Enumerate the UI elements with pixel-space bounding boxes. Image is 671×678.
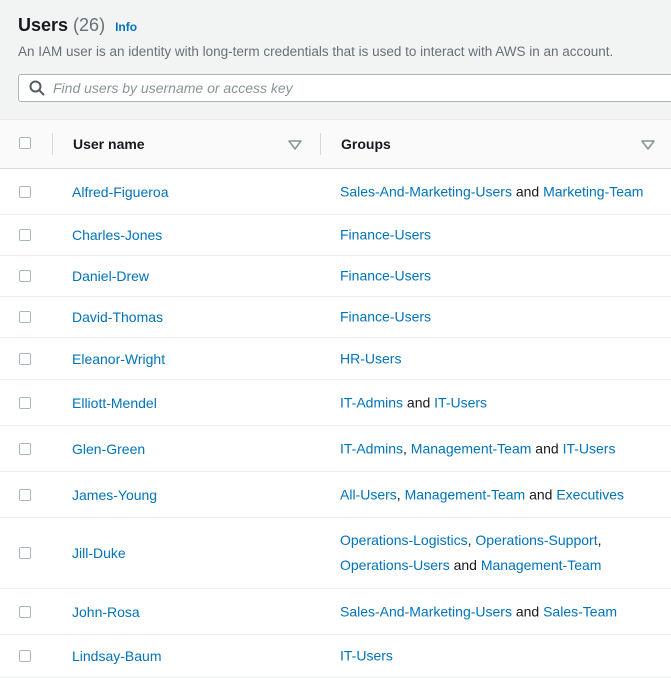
user-name-link[interactable]: James-Young — [72, 487, 157, 503]
groups-cell: Finance-Users — [340, 223, 431, 248]
group-link[interactable]: Sales-And-Marketing-Users — [340, 603, 512, 619]
user-name-link[interactable]: Daniel-Drew — [72, 268, 149, 284]
column-separator — [52, 133, 53, 155]
group-link[interactable]: IT-Users — [434, 394, 487, 410]
group-link[interactable]: Management-Team — [481, 557, 602, 573]
row-checkbox[interactable] — [19, 650, 31, 662]
user-count: (26) — [73, 15, 106, 35]
group-link[interactable]: IT-Users — [340, 648, 393, 664]
user-name-link[interactable]: Charles-Jones — [72, 227, 162, 243]
table-row: Jill-Duke Operations-Logistics, Operation… — [0, 518, 671, 589]
user-name-link[interactable]: David-Thomas — [72, 309, 163, 325]
group-link[interactable]: Operations-Support — [475, 532, 597, 548]
group-link[interactable]: HR-Users — [340, 350, 401, 366]
row-checkbox[interactable] — [19, 229, 31, 241]
title-row: Users (26) Info — [18, 15, 671, 41]
groups-cell: Finance-Users — [340, 264, 431, 289]
group-link[interactable]: IT-Admins — [340, 394, 403, 410]
table-row: Glen-Green IT-Admins, Management-Team and… — [0, 426, 671, 472]
group-separator: , — [403, 440, 411, 456]
user-name-link[interactable]: Eleanor-Wright — [72, 351, 165, 367]
group-separator: and — [511, 603, 544, 619]
user-name-link[interactable]: Lindsay-Baum — [72, 648, 162, 664]
row-checkbox[interactable] — [19, 488, 31, 501]
sort-user-name-icon[interactable] — [288, 140, 302, 150]
table-row: Charles-Jones Finance-Users — [0, 215, 671, 256]
column-separator — [320, 133, 321, 155]
group-separator: , — [396, 486, 405, 502]
group-link[interactable]: Finance-Users — [340, 268, 431, 284]
group-link[interactable]: Management-Team — [405, 486, 526, 502]
page-header: Users (26) Info An IAM user is an identi… — [18, 15, 671, 59]
row-checkbox[interactable] — [19, 352, 31, 365]
row-checkbox[interactable] — [19, 396, 31, 409]
page-title: Users — [18, 15, 69, 35]
user-name-link[interactable]: Elliott-Mendel — [72, 395, 157, 411]
group-separator: and — [511, 183, 544, 199]
groups-cell: Sales-And-Marketing-Users and Sales-Team — [340, 599, 617, 624]
group-link[interactable]: Operations-Logistics — [340, 532, 468, 548]
group-separator: , — [597, 532, 602, 548]
row-checkbox[interactable] — [19, 605, 31, 618]
groups-cell: IT-Admins and IT-Users — [340, 390, 487, 415]
group-link[interactable]: Operations-Users — [340, 557, 450, 573]
table-row: John-Rosa Sales-And-Marketing-Users and S… — [0, 589, 671, 635]
sort-groups-icon[interactable] — [641, 140, 655, 150]
column-header-user-name[interactable]: User name — [73, 136, 145, 152]
user-name-link[interactable]: John-Rosa — [72, 604, 140, 620]
group-separator: and — [449, 557, 481, 573]
user-name-link[interactable]: Jill-Duke — [72, 545, 126, 561]
group-link[interactable]: IT-Admins — [340, 440, 403, 456]
group-link[interactable]: All-Users — [340, 486, 397, 502]
row-checkbox[interactable] — [19, 442, 31, 455]
groups-cell: Sales-And-Marketing-Users and Marketing-… — [340, 179, 643, 204]
table-row: Lindsay-Baum IT-Users — [0, 635, 671, 678]
table-row: Elliott-Mendel IT-Admins and IT-Users — [0, 380, 671, 426]
group-link[interactable]: Finance-Users — [340, 309, 431, 325]
groups-cell: Operations-Logistics, Operations-Support… — [340, 528, 601, 578]
group-separator: and — [525, 486, 557, 502]
row-checkbox[interactable] — [19, 547, 31, 559]
groups-cell: HR-Users — [340, 346, 401, 371]
group-link[interactable]: IT-Users — [563, 440, 616, 456]
group-separator: and — [531, 440, 563, 456]
groups-cell: Finance-Users — [340, 305, 431, 330]
search-icon — [29, 80, 45, 96]
groups-cell: IT-Users — [340, 644, 393, 669]
table-body: Alfred-Figueroa Sales-And-Marketing-Users… — [0, 169, 671, 678]
group-link[interactable]: Marketing-Team — [543, 183, 643, 199]
table-row: Daniel-Drew Finance-Users — [0, 256, 671, 297]
table-row: James-Young All-Users, Management-Team an… — [0, 472, 671, 518]
group-link[interactable]: Finance-Users — [340, 227, 431, 243]
groups-cell: All-Users, Management-Team and Executive… — [340, 482, 624, 507]
search-bar[interactable] — [18, 74, 671, 102]
table-row: Eleanor-Wright HR-Users — [0, 338, 671, 380]
group-link[interactable]: Management-Team — [411, 440, 532, 456]
group-link[interactable]: Sales-And-Marketing-Users — [340, 183, 512, 199]
table-row: Alfred-Figueroa Sales-And-Marketing-Users… — [0, 169, 671, 215]
table-header: User name Groups — [0, 119, 671, 169]
users-table: User name Groups Alfred-Figueroa Sales-An… — [0, 119, 671, 678]
row-checkbox[interactable] — [19, 311, 31, 323]
group-separator: and — [403, 394, 435, 410]
user-name-link[interactable]: Alfred-Figueroa — [72, 184, 169, 200]
groups-cell: IT-Admins, Management-Team and IT-Users — [340, 436, 615, 461]
user-name-link[interactable]: Glen-Green — [72, 441, 145, 457]
row-checkbox[interactable] — [19, 185, 31, 198]
page-description: An IAM user is an identity with long-ter… — [18, 44, 614, 59]
column-header-groups[interactable]: Groups — [341, 136, 391, 152]
group-link[interactable]: Executives — [556, 486, 624, 502]
row-checkbox[interactable] — [19, 270, 31, 282]
table-row: David-Thomas Finance-Users — [0, 297, 671, 338]
info-link[interactable]: Info — [115, 20, 137, 34]
select-all-checkbox[interactable] — [19, 137, 31, 149]
search-input[interactable] — [53, 80, 671, 96]
group-link[interactable]: Sales-Team — [543, 603, 617, 619]
